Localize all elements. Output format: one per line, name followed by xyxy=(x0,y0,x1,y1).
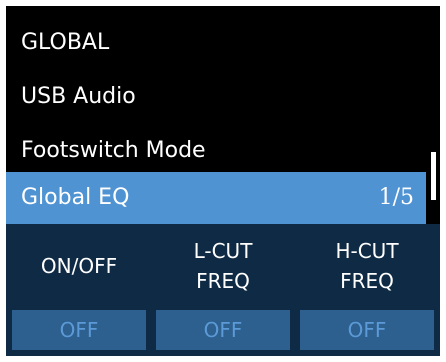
menu-item-label: Global EQ xyxy=(21,185,130,210)
menu-item-label: Footswitch Mode xyxy=(21,138,206,163)
menu-item-label: GLOBAL xyxy=(21,30,110,55)
param-label-on-off: ON/OFF xyxy=(40,254,118,278)
menu-item-footswitch-mode[interactable]: Footswitch Mode xyxy=(6,124,418,178)
menu-item-usb-audio[interactable]: USB Audio xyxy=(6,70,418,124)
parameter-panel: ON/OFF L-CUT FREQ H-CUT FREQ OFF OFF OFF xyxy=(6,224,440,356)
menu-item-global[interactable]: GLOBAL xyxy=(6,16,418,70)
menu-item-global-eq[interactable]: Global EQ 1/5 xyxy=(6,172,426,224)
param-label-h-cut-freq: H-CUT FREQ xyxy=(335,239,399,293)
page-indicator: 1/5 xyxy=(378,185,414,210)
scrollbar[interactable] xyxy=(431,152,436,200)
menu-item-label: USB Audio xyxy=(21,84,136,109)
param-value-h-cut-freq[interactable]: OFF xyxy=(300,310,434,350)
device-screen: GLOBAL USB Audio Footswitch Mode Global … xyxy=(6,6,440,356)
param-value-on-off[interactable]: OFF xyxy=(12,310,146,350)
param-value-l-cut-freq[interactable]: OFF xyxy=(156,310,290,350)
param-label-l-cut-freq: L-CUT FREQ xyxy=(193,239,253,293)
